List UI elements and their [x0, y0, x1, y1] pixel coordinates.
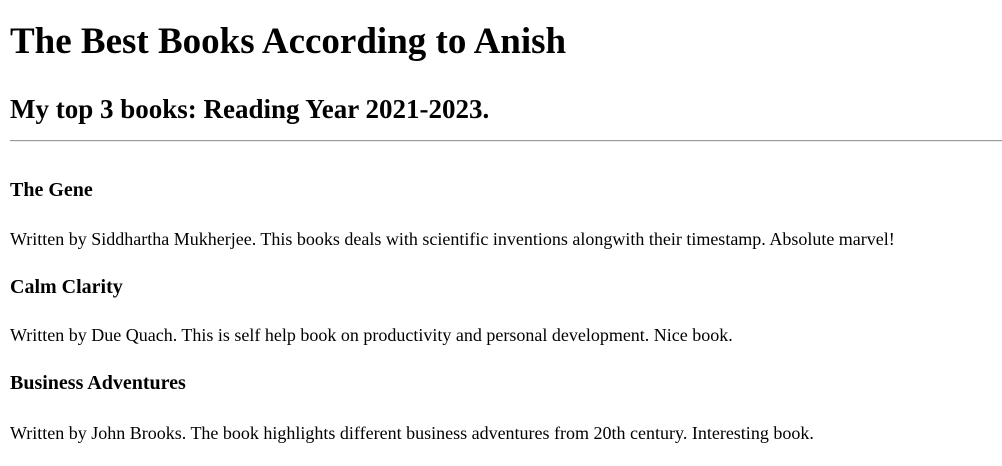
- book-title-the-gene: The Gene: [10, 179, 93, 201]
- book-description-business-adventures: Written by John Brooks. The book highlig…: [10, 423, 814, 443]
- book-description-calm-clarity: Written by Due Quach. This is self help …: [10, 325, 733, 345]
- book-title-business-adventures: Business Adventures: [10, 372, 186, 394]
- page-subtitle: My top 3 books: Reading Year 2021-2023.: [10, 94, 490, 124]
- book-description-the-gene: Written by Siddhartha Mukherjee. This bo…: [10, 229, 895, 249]
- book-title-calm-clarity: Calm Clarity: [10, 276, 123, 298]
- page-title: The Best Books According to Anish: [10, 21, 567, 62]
- divider: [10, 140, 1002, 142]
